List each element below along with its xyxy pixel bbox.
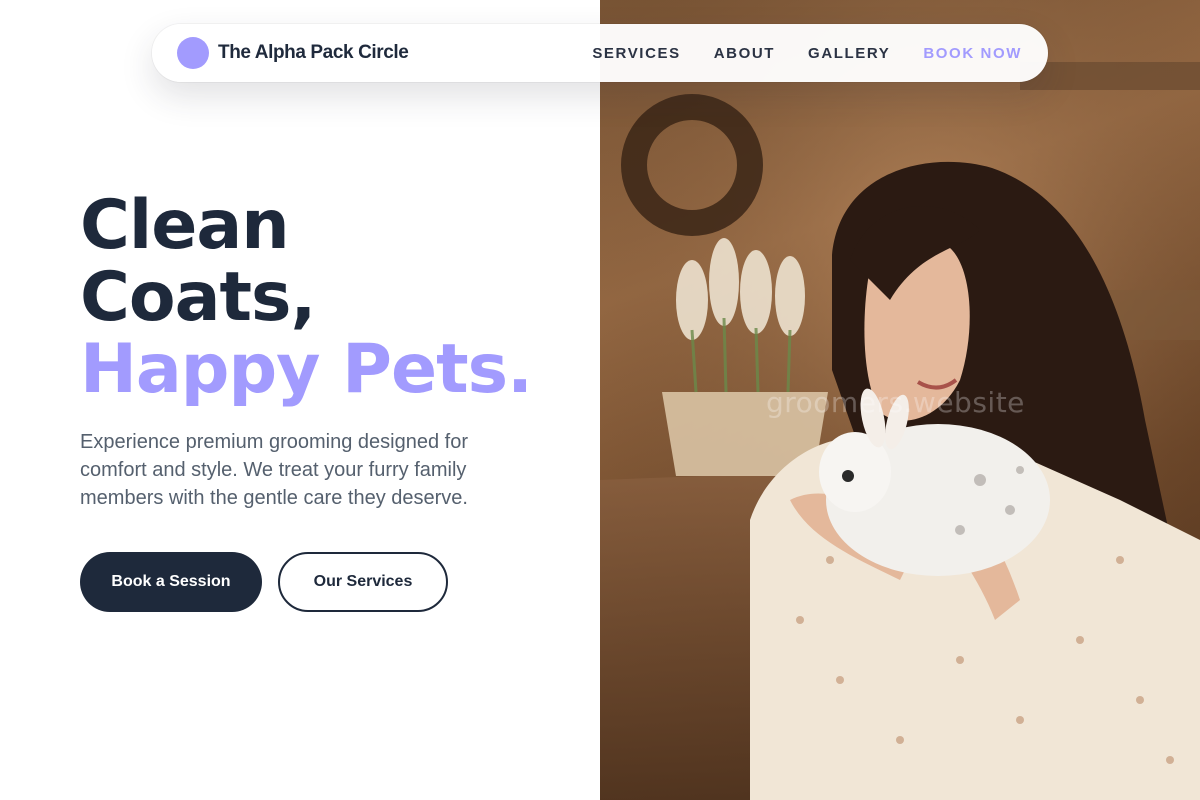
top-navbar: The Alpha Pack Circle SERVICES ABOUT GAL… — [152, 24, 1048, 82]
nav-gallery-link[interactable]: GALLERY — [808, 45, 890, 62]
nav-links: SERVICES ABOUT GALLERY BOOK NOW — [592, 45, 1022, 62]
headline-line-2: Coats, — [80, 258, 316, 337]
headline-line-1: Clean — [80, 186, 290, 265]
headline-accent-line: Happy Pets. — [80, 330, 533, 409]
nav-about-link[interactable]: ABOUT — [714, 45, 775, 62]
book-session-button[interactable]: Book a Session — [80, 552, 262, 612]
circle-logo-icon — [177, 37, 209, 69]
nav-book-now-link[interactable]: BOOK NOW — [923, 45, 1022, 62]
photo-watermark: groomers.website — [766, 386, 1025, 419]
hero-headline: Clean Coats, Happy Pets. — [80, 186, 533, 409]
our-services-button[interactable]: Our Services — [278, 552, 448, 612]
brand-link[interactable]: The Alpha Pack Circle — [177, 37, 409, 69]
brand-name: The Alpha Pack Circle — [218, 42, 409, 63]
hero-description: Experience premium grooming designed for… — [80, 431, 468, 509]
nav-services-link[interactable]: SERVICES — [592, 45, 680, 62]
hero-photo: groomers.website — [600, 0, 1200, 800]
